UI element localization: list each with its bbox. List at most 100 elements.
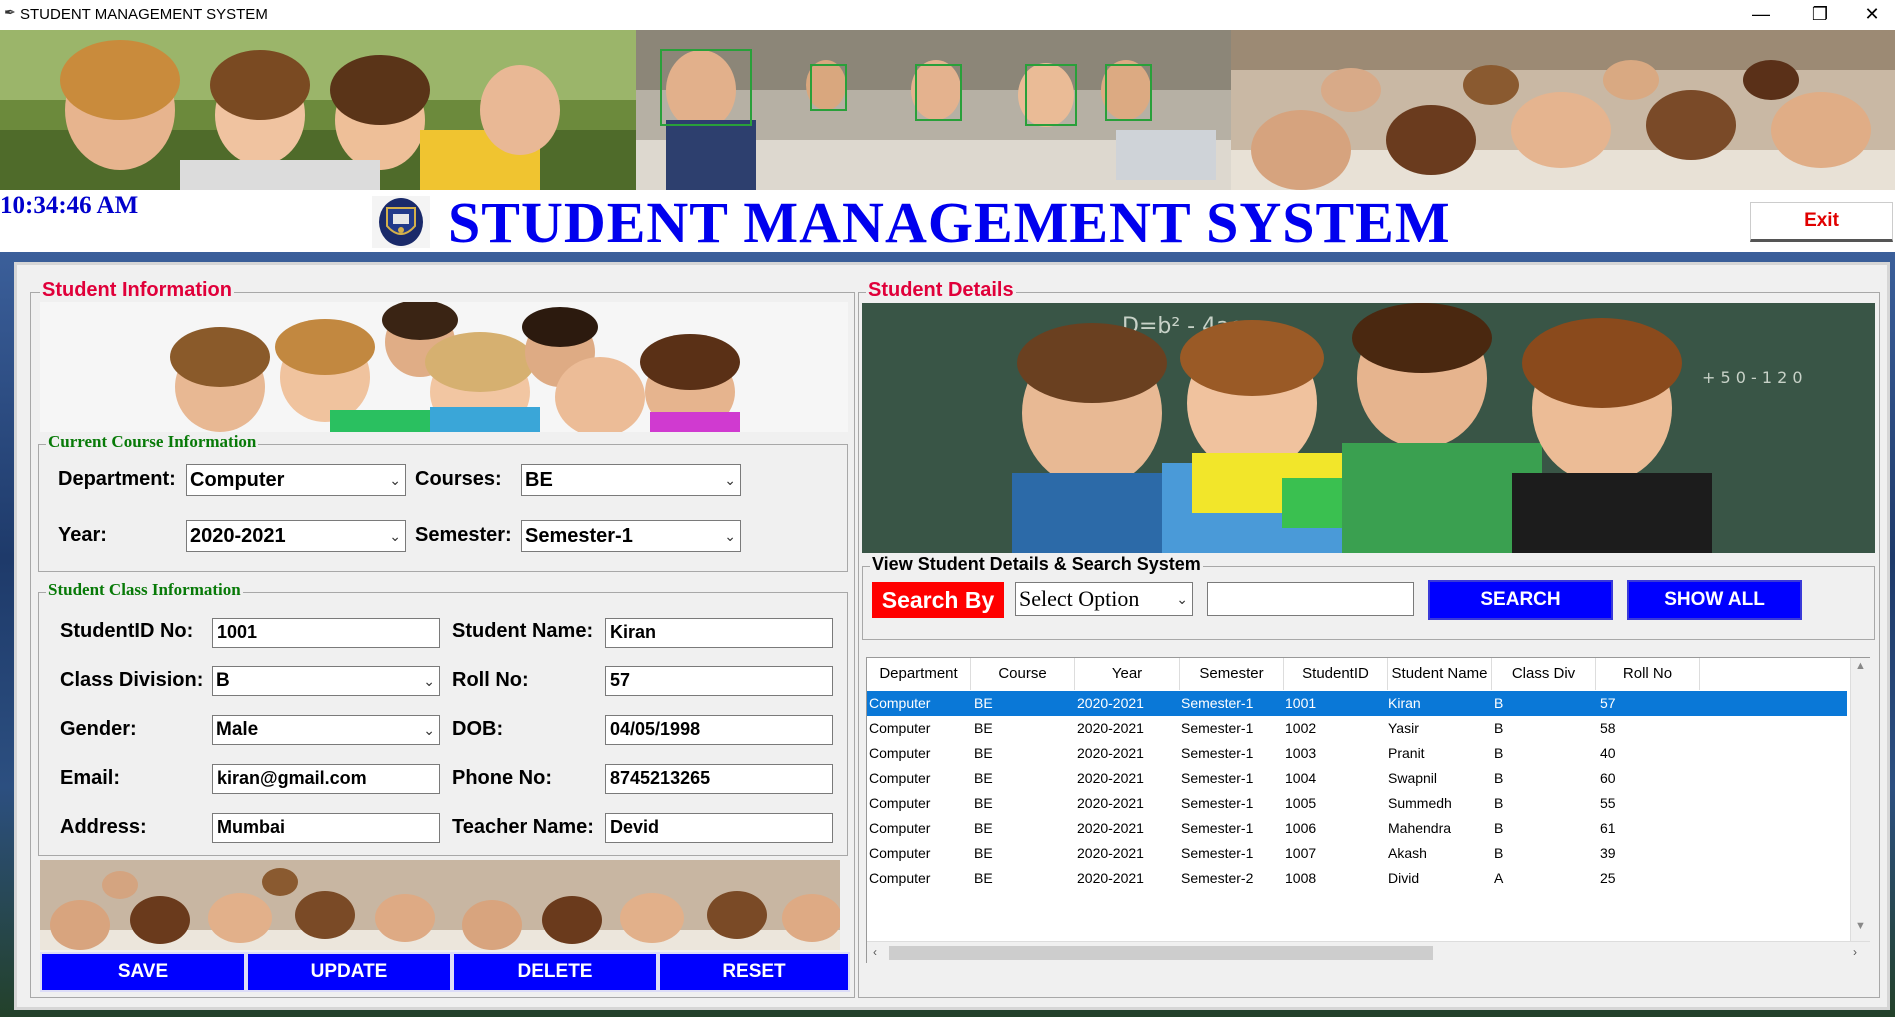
table-cell: Computer <box>869 695 931 711</box>
table-row[interactable]: Computer BE 2020-2021 Semester-1 1006 Mahendr… <box>867 816 1847 841</box>
student-name-field[interactable]: Kiran <box>605 618 833 648</box>
search-option-select[interactable]: Select Option ⌄ <box>1015 582 1193 616</box>
window-title: STUDENT MANAGEMENT SYSTEM <box>20 6 268 23</box>
courses-label: Courses: <box>415 468 502 490</box>
student-information-label: Student Information <box>40 279 234 302</box>
table-cell: 25 <box>1600 870 1616 886</box>
column-header[interactable]: Course <box>971 658 1075 690</box>
table-cell: Computer <box>869 870 931 886</box>
table-cell: BE <box>974 720 993 736</box>
address-label: Address: <box>60 816 147 838</box>
table-row[interactable]: Computer BE 2020-2021 Semester-2 1008 Divid A 2… <box>867 866 1847 891</box>
table-row[interactable]: Computer BE 2020-2021 Semester-1 1005 Summedh… <box>867 791 1847 816</box>
dob-field[interactable]: 04/05/1998 <box>605 715 833 745</box>
table-cell: 1005 <box>1285 795 1317 811</box>
table-cell: 2020-2021 <box>1077 745 1144 761</box>
gender-value: Male <box>216 719 259 740</box>
current-course-label: Current Course Information <box>46 432 259 452</box>
table-cell: 1006 <box>1285 820 1317 836</box>
column-header[interactable]: Year <box>1075 658 1180 690</box>
reset-button[interactable]: RESET <box>658 952 850 992</box>
chevron-down-icon: ⌄ <box>389 472 401 488</box>
table-cell: Summedh <box>1388 795 1452 811</box>
department-value: Computer <box>190 469 285 491</box>
table-cell: 2020-2021 <box>1077 845 1144 861</box>
table-cell: B <box>1494 820 1504 836</box>
address-field[interactable]: Mumbai <box>212 813 440 843</box>
search-button[interactable]: SEARCH <box>1428 580 1613 620</box>
restore-button[interactable]: ❐ <box>1797 0 1843 30</box>
class-division-label: Class Division: <box>60 669 204 691</box>
department-select[interactable]: Computer ⌄ <box>186 464 406 496</box>
table-cell: 1002 <box>1285 720 1317 736</box>
scroll-left-icon[interactable]: ‹ <box>873 945 877 959</box>
table-row[interactable]: Computer BE 2020-2021 Semester-1 1004 Swapnil… <box>867 766 1847 791</box>
table-cell: Semester-1 <box>1181 745 1254 761</box>
table-cell: Semester-1 <box>1181 770 1254 786</box>
email-label: Email: <box>60 767 121 789</box>
exit-button[interactable]: Exit <box>1750 202 1893 242</box>
chevron-down-icon: ⌄ <box>423 722 435 738</box>
semester-value: Semester-1 <box>525 525 633 547</box>
close-button[interactable]: ✕ <box>1849 0 1895 30</box>
phone-field[interactable]: 8745213265 <box>605 764 833 794</box>
table-cell: Semester-1 <box>1181 820 1254 836</box>
save-button[interactable]: SAVE <box>40 952 246 992</box>
courses-select[interactable]: BE ⌄ <box>521 464 741 496</box>
table-cell: B <box>1494 745 1504 761</box>
scroll-down-icon[interactable]: ▼ <box>1855 920 1866 932</box>
dob-label: DOB: <box>452 718 504 740</box>
teacher-name-field[interactable]: Devid <box>605 813 833 843</box>
search-input[interactable] <box>1207 582 1414 616</box>
year-value: 2020-2021 <box>190 525 286 547</box>
search-option-value: Select Option <box>1019 586 1140 611</box>
table-cell: 2020-2021 <box>1077 870 1144 886</box>
email-field[interactable]: kiran@gmail.com <box>212 764 440 794</box>
chevron-down-icon: ⌄ <box>1176 593 1188 608</box>
column-header[interactable]: Student Name <box>1388 658 1492 690</box>
student-id-field[interactable]: 1001 <box>212 618 440 648</box>
table-row[interactable]: Computer BE 2020-2021 Semester-1 1007 Akash B 3… <box>867 841 1847 866</box>
table-cell: Semester-1 <box>1181 795 1254 811</box>
table-cell: BE <box>974 845 993 861</box>
column-header[interactable]: StudentID <box>1284 658 1388 690</box>
gender-select[interactable]: Male ⌄ <box>212 715 440 745</box>
table-cell: 2020-2021 <box>1077 820 1144 836</box>
courses-value: BE <box>525 469 553 491</box>
table-cell: 60 <box>1600 770 1616 786</box>
semester-select[interactable]: Semester-1 ⌄ <box>521 520 741 552</box>
table-cell: B <box>1494 845 1504 861</box>
roll-no-field[interactable]: 57 <box>605 666 833 696</box>
column-header[interactable]: Class Div <box>1492 658 1596 690</box>
table-cell: A <box>1494 870 1504 886</box>
vertical-scrollbar[interactable]: ▲ ▼ <box>1850 658 1870 941</box>
minimize-button[interactable]: — <box>1738 0 1784 30</box>
banner-photo-classroom-recognition <box>636 30 1231 190</box>
scroll-up-icon[interactable]: ▲ <box>1855 660 1866 672</box>
table-cell: BE <box>974 870 993 886</box>
horizontal-scroll-thumb[interactable] <box>889 946 1433 960</box>
table-row[interactable]: Computer BE 2020-2021 Semester-1 1003 Pranit B… <box>867 741 1847 766</box>
exam-hall-photo-left <box>40 860 452 950</box>
table-cell: 2020-2021 <box>1077 795 1144 811</box>
table-cell: B <box>1494 695 1504 711</box>
semester-label: Semester: <box>415 524 512 546</box>
table-cell: Semester-2 <box>1181 870 1254 886</box>
column-header[interactable]: Semester <box>1180 658 1284 690</box>
banner-photo-students-outdoors <box>0 30 636 190</box>
table-cell: BE <box>974 745 993 761</box>
table-row[interactable]: Computer BE 2020-2021 Semester-1 1002 Yasir B 5… <box>867 716 1847 741</box>
delete-button[interactable]: DELETE <box>452 952 658 992</box>
table-cell: 39 <box>1600 845 1616 861</box>
scroll-right-icon[interactable]: › <box>1853 945 1857 959</box>
table-row[interactable]: Computer BE 2020-2021 Semester-1 1001 Kiran B 5… <box>867 691 1847 716</box>
class-division-select[interactable]: B ⌄ <box>212 666 440 696</box>
student-id-label: StudentID No: <box>60 620 194 642</box>
update-button[interactable]: UPDATE <box>246 952 452 992</box>
show-all-button[interactable]: SHOW ALL <box>1627 580 1802 620</box>
year-select[interactable]: 2020-2021 ⌄ <box>186 520 406 552</box>
column-header[interactable]: Roll No <box>1596 658 1700 690</box>
table-cell: 1007 <box>1285 845 1317 861</box>
column-header[interactable]: Department <box>867 658 971 690</box>
horizontal-scrollbar[interactable]: ‹ › <box>867 941 1870 963</box>
